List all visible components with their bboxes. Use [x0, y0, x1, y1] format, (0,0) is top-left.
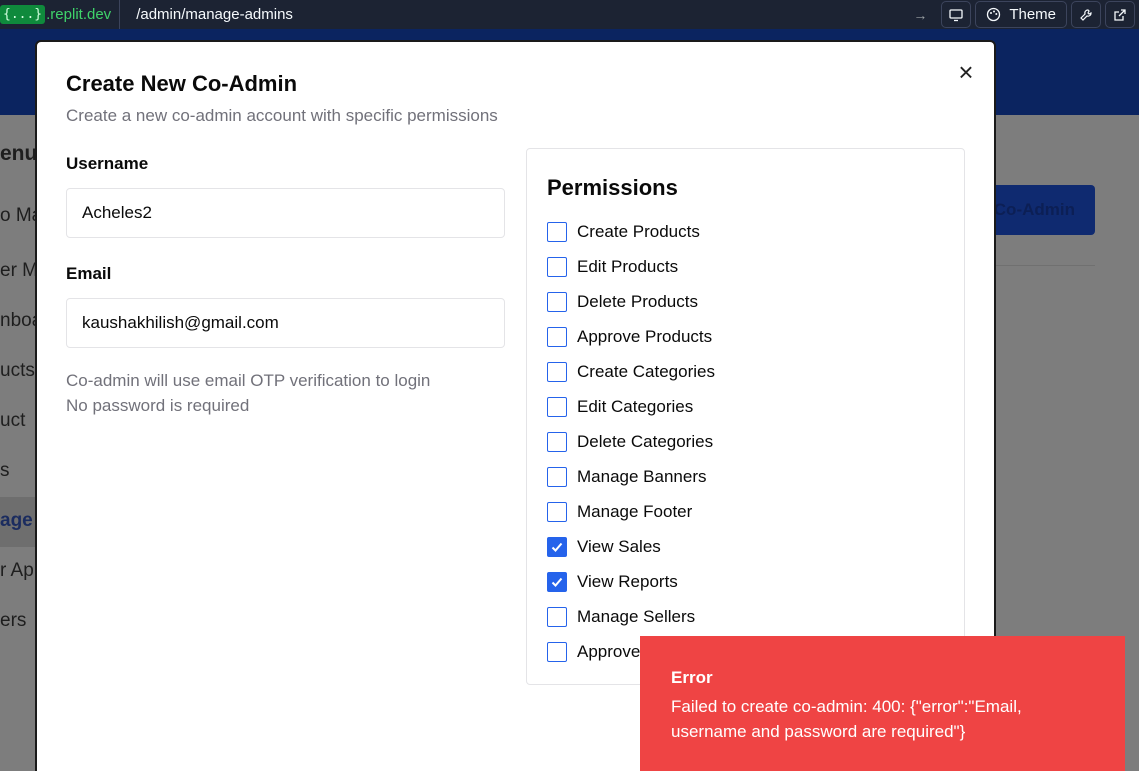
theme-label: Theme	[1009, 6, 1056, 23]
permission-label: View Reports	[577, 572, 678, 591]
monitor-icon	[949, 8, 963, 21]
permission-item[interactable]: Manage Banners	[547, 466, 706, 488]
permission-item[interactable]: Manage Sellers	[547, 606, 695, 628]
check-icon	[551, 542, 563, 552]
sidebar-item: s	[0, 460, 10, 481]
check-icon	[551, 577, 563, 587]
permission-item[interactable]: Approve Products	[547, 326, 712, 348]
permission-checkbox[interactable]	[547, 362, 567, 382]
url-path[interactable]: /admin/manage-admins	[136, 6, 909, 23]
dialog-title: Create New Co-Admin	[66, 71, 298, 96]
permission-label: Edit Categories	[577, 397, 694, 416]
bg-button-label: Co-Admin	[993, 200, 1075, 219]
palette-icon	[987, 7, 1001, 22]
sidebar-item: er M	[0, 260, 38, 281]
permission-checkbox[interactable]	[547, 502, 567, 522]
permission-label: Edit Products	[577, 257, 679, 276]
error-toast[interactable]: Error Failed to create co-admin: 400: {"…	[640, 636, 1125, 771]
permission-checkbox[interactable]	[547, 292, 567, 312]
permission-label: Create Categories	[577, 362, 715, 381]
divider	[995, 265, 1095, 266]
permission-label: Approve Products	[577, 327, 713, 346]
sidebar-item: ucts	[0, 360, 35, 381]
permission-checkbox[interactable]	[547, 642, 567, 662]
browser-topbar: {...} .replit.dev /admin/manage-admins →…	[0, 0, 1139, 29]
permission-label: Manage Footer	[577, 502, 693, 521]
close-icon[interactable]: ×	[954, 59, 978, 85]
permission-checkbox[interactable]	[547, 537, 567, 557]
replit-brace-icon: {...}	[0, 5, 46, 24]
username-label: Username	[66, 154, 149, 173]
sidebar-item: r Ap	[0, 560, 34, 581]
permission-checkbox[interactable]	[547, 222, 567, 242]
sidebar-item: uct	[0, 410, 26, 431]
permission-checkbox[interactable]	[547, 397, 567, 417]
wrench-icon	[1080, 8, 1092, 21]
tools-button[interactable]	[1071, 1, 1101, 28]
permission-item[interactable]: Create Products	[547, 221, 700, 243]
sidebar-heading: enu	[0, 142, 38, 165]
permissions-panel: Permissions Create Products Edit Products…	[526, 148, 965, 685]
open-new-tab-button[interactable]	[1105, 1, 1135, 28]
permission-item[interactable]: Approve	[547, 641, 640, 663]
domain-text: .replit.dev	[46, 6, 112, 23]
permission-label: Delete Categories	[577, 432, 714, 451]
sidebar-item: ers	[0, 610, 27, 631]
theme-button[interactable]: Theme	[975, 1, 1067, 28]
permission-item[interactable]: Edit Products	[547, 256, 678, 278]
toast-title: Error	[671, 668, 713, 687]
permission-label: Approve	[577, 642, 641, 661]
permission-checkbox[interactable]	[547, 607, 567, 627]
permission-item[interactable]: Manage Footer	[547, 501, 692, 523]
dialog-subtitle: Create a new co-admin account with speci…	[66, 106, 498, 125]
add-co-admin-button-background: Co-Admin	[980, 185, 1095, 235]
permission-item[interactable]: Create Categories	[547, 361, 715, 383]
permission-checkbox[interactable]	[547, 467, 567, 487]
toast-message: Failed to create co-admin: 400: {"error"…	[671, 697, 1022, 741]
sidebar-item-active: age	[0, 510, 33, 531]
permission-checkbox[interactable]	[547, 257, 567, 277]
permission-item[interactable]: Edit Categories	[547, 396, 693, 418]
permission-label: View Sales	[577, 537, 661, 556]
arrow-right-icon[interactable]: →	[909, 7, 931, 23]
permission-item[interactable]: Delete Categories	[547, 431, 713, 453]
username-field[interactable]	[66, 188, 505, 238]
permission-label: Delete Products	[577, 292, 698, 311]
permission-item[interactable]: Delete Products	[547, 291, 698, 313]
permissions-title: Permissions	[547, 175, 678, 200]
external-link-icon	[1114, 8, 1126, 21]
permission-item[interactable]: View Sales	[547, 536, 661, 558]
password-hint: No password is required	[66, 396, 250, 415]
otp-hint: Co-admin will use email OTP verification…	[66, 371, 431, 390]
permission-label: Manage Sellers	[577, 607, 696, 626]
permission-checkbox[interactable]	[547, 572, 567, 592]
email-field[interactable]	[66, 298, 505, 348]
permission-label: Manage Banners	[577, 467, 707, 486]
permission-checkbox[interactable]	[547, 432, 567, 452]
permission-item[interactable]: View Reports	[547, 571, 678, 593]
monitor-button[interactable]	[941, 1, 972, 28]
permission-checkbox[interactable]	[547, 327, 567, 347]
email-label: Email	[66, 264, 112, 283]
domain-chip[interactable]: {...} .replit.dev	[0, 0, 121, 29]
permission-label: Create Products	[577, 222, 700, 241]
